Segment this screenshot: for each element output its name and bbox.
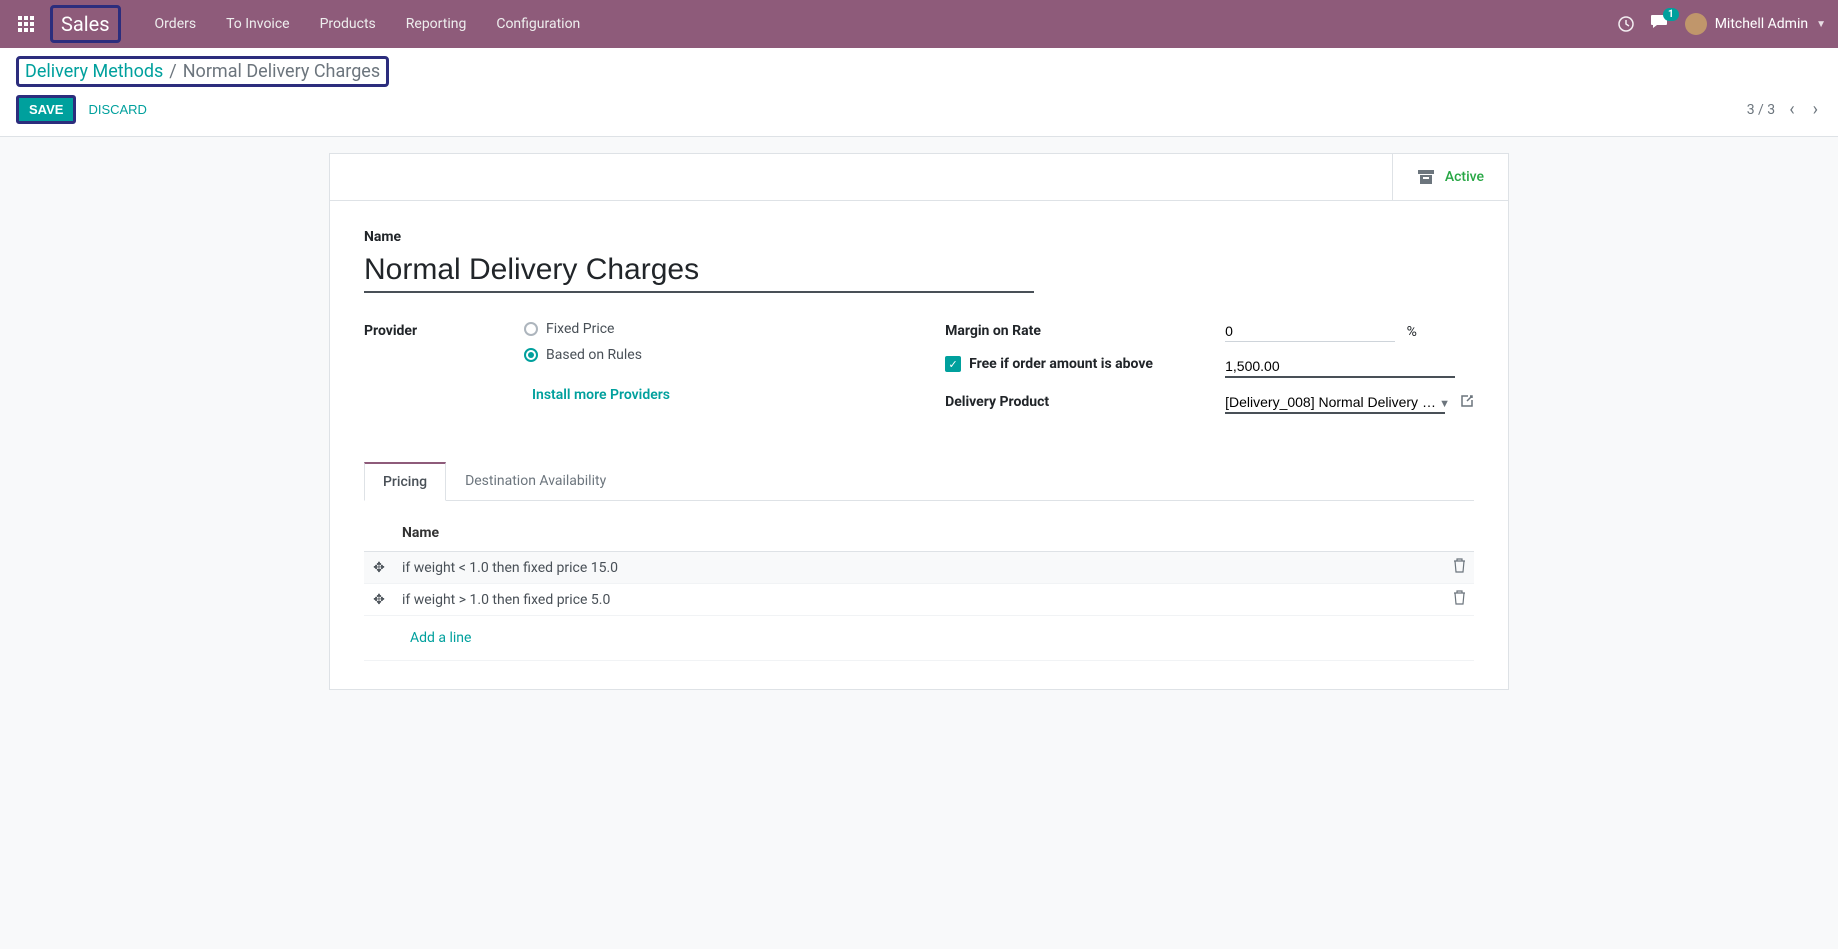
breadcrumb-parent[interactable]: Delivery Methods — [25, 61, 163, 82]
delete-row-icon[interactable] — [1444, 552, 1474, 584]
discard-button[interactable]: DISCARD — [88, 102, 147, 117]
free-label: Free if order amount is above — [969, 356, 1153, 372]
free-checkbox[interactable]: ✓ — [945, 356, 961, 372]
control-panel: Delivery Methods / Normal Delivery Charg… — [0, 48, 1838, 137]
handle-header — [364, 515, 394, 552]
radio-rules-label: Based on Rules — [546, 347, 642, 363]
tab-destination[interactable]: Destination Availability — [446, 462, 625, 500]
add-line-link[interactable]: Add a line — [402, 622, 479, 654]
name-input[interactable] — [364, 249, 1034, 293]
nav-menu-configuration[interactable]: Configuration — [482, 8, 594, 40]
trash-header — [1444, 515, 1474, 552]
drag-handle-icon[interactable]: ✥ — [364, 552, 394, 584]
tabs: Pricing Destination Availability — [364, 462, 1474, 501]
form-sheet: Active Name Provider Fixed Price — [329, 153, 1509, 690]
tab-content-pricing: Name ✥ if weight < 1.0 then fixed price … — [364, 501, 1474, 661]
caret-down-icon: ▼ — [1816, 19, 1826, 30]
nav-menu-to-invoice[interactable]: To Invoice — [212, 8, 304, 40]
margin-label: Margin on Rate — [945, 321, 1225, 339]
radio-fixed-label: Fixed Price — [546, 321, 614, 337]
rule-name-cell[interactable]: if weight < 1.0 then fixed price 15.0 — [394, 552, 1444, 584]
name-label: Name — [364, 229, 1474, 245]
pager-next-icon[interactable]: › — [1809, 95, 1822, 124]
archive-icon — [1417, 168, 1435, 186]
breadcrumb: Delivery Methods / Normal Delivery Charg… — [16, 56, 389, 87]
delivery-product-input[interactable] — [1225, 392, 1445, 414]
chat-badge: 1 — [1663, 8, 1679, 21]
pager-text: 3 / 3 — [1747, 102, 1775, 118]
nav-menu-reporting[interactable]: Reporting — [392, 8, 481, 40]
drag-handle-icon[interactable]: ✥ — [364, 584, 394, 616]
app-brand[interactable]: Sales — [50, 5, 121, 43]
margin-input[interactable] — [1225, 321, 1395, 342]
dropdown-caret-icon[interactable]: ▼ — [1439, 397, 1450, 410]
pricing-rules-table: Name ✥ if weight < 1.0 then fixed price … — [364, 515, 1474, 661]
radio-based-on-rules[interactable]: Based on Rules — [524, 347, 885, 363]
table-row[interactable]: ✥ if weight > 1.0 then fixed price 5.0 — [364, 584, 1474, 616]
pager-prev-icon[interactable]: ‹ — [1785, 95, 1798, 124]
avatar — [1685, 13, 1707, 35]
active-label: Active — [1445, 169, 1484, 185]
table-row-add: Add a line — [364, 616, 1474, 661]
chat-icon[interactable]: 1 — [1651, 14, 1669, 34]
free-amount-input[interactable] — [1225, 356, 1455, 378]
breadcrumb-separator: / — [169, 61, 176, 82]
name-column-header: Name — [394, 515, 1444, 552]
breadcrumb-current: Normal Delivery Charges — [183, 61, 380, 82]
radio-fixed-price[interactable]: Fixed Price — [524, 321, 885, 337]
external-link-icon[interactable] — [1460, 394, 1474, 412]
provider-label: Provider — [364, 321, 524, 339]
nav-menu-orders[interactable]: Orders — [141, 8, 211, 40]
save-button[interactable]: SAVE — [16, 95, 76, 124]
user-menu[interactable]: Mitchell Admin ▼ — [1685, 13, 1826, 35]
nav-menu: Orders To Invoice Products Reporting Con… — [141, 8, 595, 40]
nav-menu-products[interactable]: Products — [306, 8, 390, 40]
apps-menu-icon[interactable] — [12, 10, 40, 38]
table-row[interactable]: ✥ if weight < 1.0 then fixed price 15.0 — [364, 552, 1474, 584]
radio-icon — [524, 322, 538, 336]
margin-unit: % — [1407, 324, 1417, 340]
statusbar: Active — [330, 154, 1508, 201]
active-toggle[interactable]: Active — [1392, 154, 1508, 200]
provider-radio-group: Fixed Price Based on Rules — [524, 321, 885, 363]
rule-name-cell[interactable]: if weight > 1.0 then fixed price 5.0 — [394, 584, 1444, 616]
user-name: Mitchell Admin — [1715, 16, 1808, 32]
delete-row-icon[interactable] — [1444, 584, 1474, 616]
tab-pricing[interactable]: Pricing — [364, 462, 446, 501]
form-container: Active Name Provider Fixed Price — [0, 137, 1838, 706]
clock-icon[interactable] — [1617, 15, 1635, 33]
radio-icon — [524, 348, 538, 362]
install-providers-link[interactable]: Install more Providers — [532, 387, 670, 403]
delivery-product-label: Delivery Product — [945, 392, 1225, 410]
top-navbar: Sales Orders To Invoice Products Reporti… — [0, 0, 1838, 48]
